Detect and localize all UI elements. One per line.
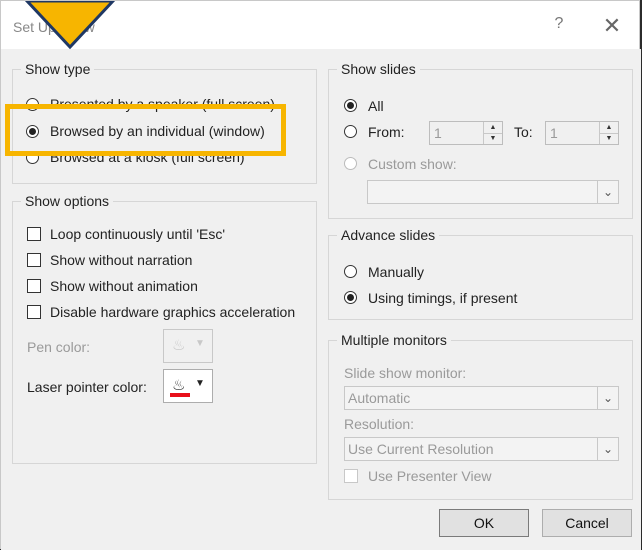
pen-color-label: Pen color: [27, 339, 91, 355]
to-label: To: [514, 124, 533, 140]
custom-show-dropdown[interactable]: ⌄ [367, 180, 619, 204]
custom-show-label: Custom show: [368, 156, 457, 172]
all-slides-label: All [368, 98, 384, 114]
close-button[interactable]: ✕ [599, 13, 625, 39]
to-value: 1 [550, 125, 558, 141]
chevron-down-icon: ▼ [195, 338, 205, 349]
loop-continuously-label: Loop continuously until 'Esc' [50, 226, 226, 242]
chevron-down-icon: ⌄ [597, 438, 618, 460]
show-options-group: Show options Loop continuously until 'Es… [12, 193, 317, 464]
resolution-value: Use Current Resolution [348, 441, 494, 457]
checkbox-loop-continuously[interactable] [27, 227, 41, 241]
from-label: From: [368, 124, 405, 140]
manually-label: Manually [368, 264, 425, 280]
paint-bucket-icon: ♨ [172, 377, 186, 394]
chevron-down-icon: ⌄ [597, 181, 618, 203]
spin-down-icon[interactable]: ▼ [484, 133, 502, 144]
multiple-monitors-label: Multiple monitors [337, 332, 451, 348]
checkbox-disable-hw-acceleration[interactable] [27, 305, 41, 319]
show-type-label: Show type [21, 61, 95, 77]
spin-down-icon[interactable]: ▼ [600, 133, 618, 144]
show-slides-group: Show slides All From: 1 ▲ ▼ To: 1 ▲ ▼ Cu… [328, 61, 633, 219]
ok-button[interactable]: OK [439, 509, 529, 537]
resolution-label: Resolution: [344, 416, 415, 432]
from-value: 1 [434, 125, 442, 141]
radio-all-slides[interactable] [344, 99, 357, 112]
advance-slides-group: Advance slides Manually Using timings, i… [328, 227, 633, 320]
from-spinner[interactable]: 1 ▲ ▼ [429, 121, 503, 145]
advance-slides-label: Advance slides [337, 227, 440, 243]
slide-show-monitor-dropdown[interactable]: Automatic ⌄ [344, 386, 619, 410]
show-slides-label: Show slides [337, 61, 420, 77]
pen-color-button[interactable]: ♨ ▼ [163, 329, 213, 363]
selection-highlight [5, 104, 286, 156]
resolution-dropdown[interactable]: Use Current Resolution ⌄ [344, 437, 619, 461]
cancel-button[interactable]: Cancel [542, 509, 632, 537]
checkbox-without-narration[interactable] [27, 253, 41, 267]
radio-using-timings[interactable] [344, 291, 357, 304]
disable-hw-acceleration-label: Disable hardware graphics acceleration [50, 304, 296, 320]
presenter-view-label: Use Presenter View [368, 468, 492, 484]
checkbox-presenter-view[interactable] [344, 469, 358, 483]
laser-pointer-color-label: Laser pointer color: [27, 379, 147, 395]
title-bar: Set Up Show ? ✕ [1, 1, 641, 49]
chevron-down-icon: ▼ [195, 378, 205, 389]
to-spinner[interactable]: 1 ▲ ▼ [545, 121, 619, 145]
using-timings-label: Using timings, if present [368, 290, 518, 306]
laser-color-swatch [170, 393, 190, 397]
checkbox-without-animation[interactable] [27, 279, 41, 293]
dialog-title: Set Up Show [13, 19, 95, 35]
chevron-down-icon: ⌄ [597, 387, 618, 409]
without-narration-label: Show without narration [50, 252, 193, 268]
multiple-monitors-group: Multiple monitors Slide show monitor: Au… [328, 332, 633, 500]
radio-custom-show[interactable] [344, 157, 357, 170]
radio-from-slides[interactable] [344, 125, 357, 138]
set-up-show-dialog: Set Up Show ? ✕ Show type Presented by a… [0, 0, 641, 550]
paint-bucket-icon: ♨ [172, 337, 186, 354]
show-options-label: Show options [21, 193, 114, 209]
laser-pointer-color-button[interactable]: ♨ ▼ [163, 369, 213, 403]
help-button[interactable]: ? [549, 15, 569, 39]
slide-show-monitor-value: Automatic [348, 390, 411, 406]
slide-show-monitor-label: Slide show monitor: [344, 365, 467, 381]
radio-manually[interactable] [344, 265, 357, 278]
without-animation-label: Show without animation [50, 278, 198, 294]
